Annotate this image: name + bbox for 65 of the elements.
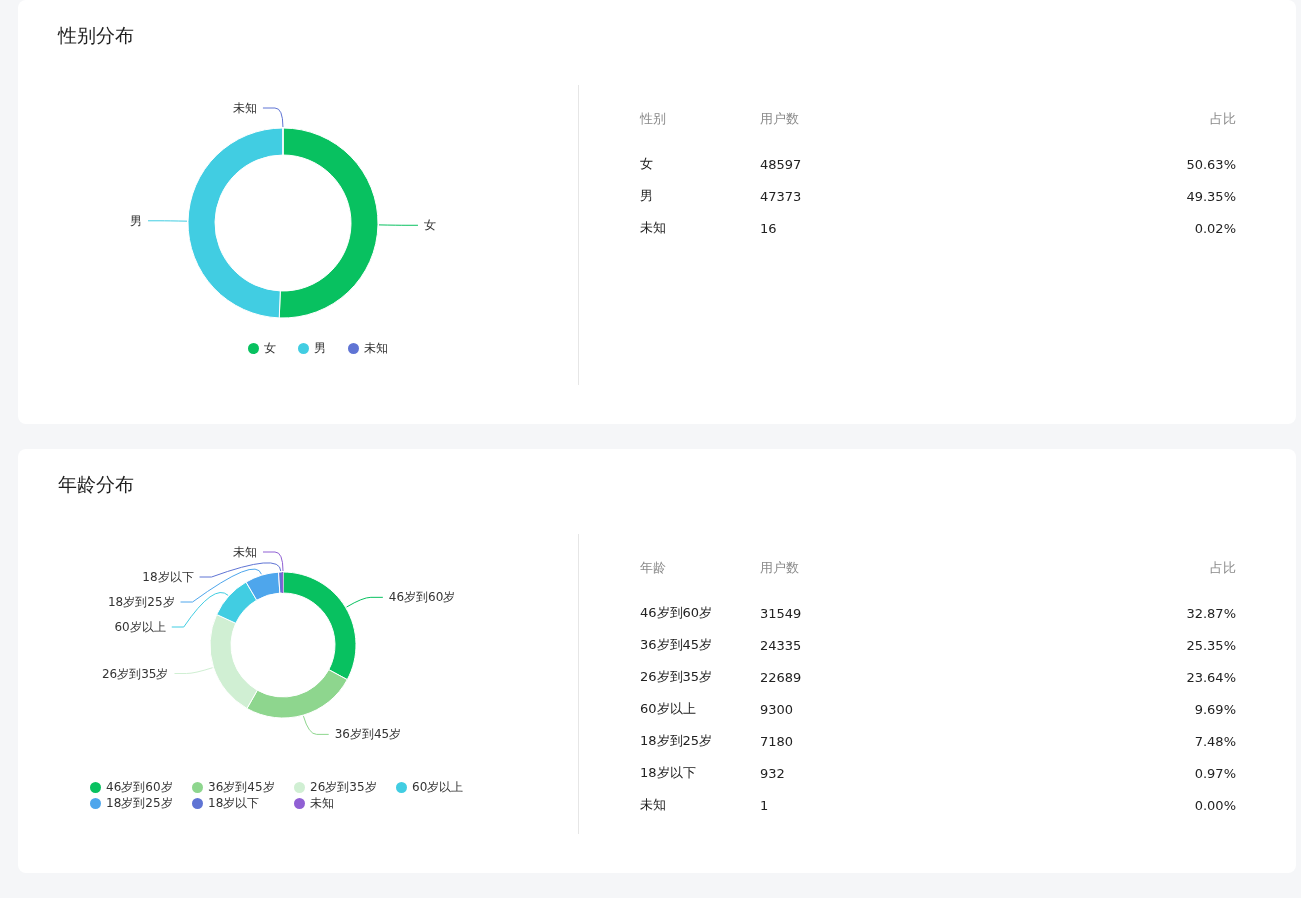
table-cell: 0.97% bbox=[1194, 765, 1236, 781]
table-cell: 24335 bbox=[760, 637, 802, 653]
table-cell: 未知 bbox=[640, 796, 666, 814]
column-header: 性别 bbox=[640, 110, 666, 128]
slice-label: 男 bbox=[130, 213, 142, 228]
legend-item[interactable]: 26岁到35岁 bbox=[294, 779, 396, 795]
legend-item[interactable]: 18岁到25岁 bbox=[90, 795, 192, 811]
legend-item[interactable]: 男 bbox=[298, 340, 326, 356]
table-cell: 50.63% bbox=[1186, 156, 1236, 172]
table-cell: 0.00% bbox=[1194, 797, 1236, 813]
column-header: 用户数 bbox=[760, 110, 799, 128]
legend-item[interactable]: 18岁以下 bbox=[192, 795, 294, 811]
slice-label: 未知 bbox=[233, 545, 257, 559]
table-cell: 26岁到35岁 bbox=[640, 668, 713, 686]
table-cell: 18岁到25岁 bbox=[640, 732, 713, 750]
slice-label: 46岁到60岁 bbox=[388, 590, 456, 605]
leader-line bbox=[174, 667, 214, 674]
leader-line bbox=[147, 220, 188, 222]
table-cell: 7180 bbox=[760, 733, 794, 749]
table-cell: 49.35% bbox=[1186, 188, 1236, 204]
section-title: 性别分布 bbox=[58, 23, 135, 48]
slice-label: 18岁以下 bbox=[142, 570, 194, 584]
table-cell: 32.87% bbox=[1186, 605, 1236, 621]
table-cell: 48597 bbox=[760, 156, 802, 172]
table-cell: 16 bbox=[760, 220, 777, 236]
table-cell: 1 bbox=[760, 797, 769, 813]
table-cell: 7.48% bbox=[1194, 733, 1236, 749]
legend-item[interactable]: 60岁以上 bbox=[396, 779, 498, 795]
table-cell: 36岁到45岁 bbox=[640, 636, 713, 654]
zero-value-mark bbox=[281, 571, 284, 594]
leader-line bbox=[378, 224, 419, 226]
leader-line bbox=[302, 715, 330, 735]
column-header: 年龄 bbox=[640, 559, 666, 577]
table-cell: 22689 bbox=[760, 669, 802, 685]
table-cell: 47373 bbox=[760, 188, 802, 204]
slice-label: 36岁到45岁 bbox=[334, 727, 402, 742]
column-header: 占比 bbox=[1210, 559, 1236, 577]
table-cell: 60岁以上 bbox=[640, 700, 696, 718]
column-header: 用户数 bbox=[760, 559, 799, 577]
slice-label: 女 bbox=[424, 218, 436, 233]
slice-label: 未知 bbox=[232, 101, 257, 115]
table-cell: 未知 bbox=[640, 219, 666, 237]
slice-label: 18岁到25岁 bbox=[108, 595, 175, 609]
table-cell: 932 bbox=[760, 765, 785, 781]
table-cell: 18岁以下 bbox=[640, 764, 696, 782]
legend-item[interactable]: 未知 bbox=[348, 340, 388, 356]
slice-label: 26岁到35岁 bbox=[101, 666, 169, 681]
table-cell: 25.35% bbox=[1186, 637, 1236, 653]
section-title: 年龄分布 bbox=[58, 472, 135, 497]
table-cell: 女 bbox=[640, 155, 653, 173]
table-cell: 男 bbox=[640, 187, 653, 205]
table-cell: 46岁到60岁 bbox=[640, 604, 713, 622]
table-cell: 9.69% bbox=[1194, 701, 1236, 717]
column-header: 占比 bbox=[1210, 110, 1236, 128]
legend-item[interactable]: 女 bbox=[248, 340, 276, 356]
table-cell: 9300 bbox=[760, 701, 794, 717]
table-cell: 0.02% bbox=[1194, 220, 1236, 236]
table-cell: 31549 bbox=[760, 605, 802, 621]
legend-item[interactable]: 36岁到45岁 bbox=[192, 779, 294, 795]
legend-item[interactable]: 46岁到60岁 bbox=[90, 779, 192, 795]
slice-label: 60岁以上 bbox=[114, 620, 166, 634]
table-cell: 23.64% bbox=[1186, 669, 1236, 685]
leader-line bbox=[346, 596, 384, 608]
leader-line bbox=[262, 107, 284, 128]
legend-item[interactable]: 未知 bbox=[294, 795, 396, 811]
